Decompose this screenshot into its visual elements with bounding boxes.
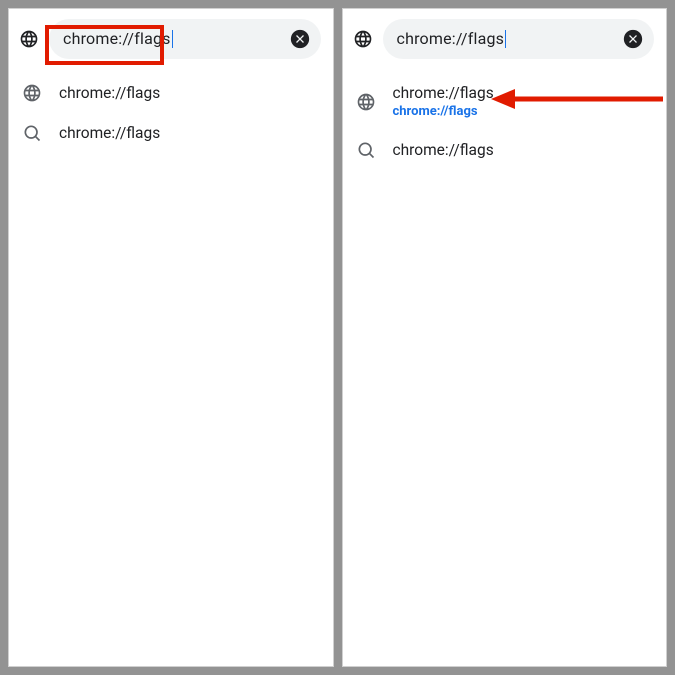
suggestion-secondary: chrome://flags [393, 104, 653, 120]
globe-icon [19, 29, 39, 49]
omnibox[interactable]: chrome://flags [49, 19, 321, 59]
omnibox[interactable]: chrome://flags [383, 19, 655, 59]
suggestion-list: chrome://flags chrome://flags [9, 69, 333, 157]
suggestion-primary: chrome://flags [59, 83, 319, 103]
omnibox-row: chrome://flags [343, 9, 667, 69]
suggestion-body: chrome://flags [393, 140, 653, 160]
search-icon [21, 123, 43, 143]
clear-icon[interactable] [289, 28, 311, 50]
search-icon [355, 140, 377, 160]
suggestion-primary: chrome://flags [393, 83, 653, 103]
omnibox-value[interactable]: chrome://flags [63, 28, 289, 50]
suggestion-item-search[interactable]: chrome://flags [9, 113, 333, 153]
suggestion-primary: chrome://flags [393, 140, 653, 160]
suggestion-item-history[interactable]: chrome://flags [9, 73, 333, 113]
suggestion-primary: chrome://flags [59, 123, 319, 143]
suggestion-item-search[interactable]: chrome://flags [343, 130, 667, 170]
omnibox-value[interactable]: chrome://flags [397, 28, 623, 50]
phone-right: chrome://flags chrome://flags chrome://f… [342, 8, 668, 667]
suggestion-item-history[interactable]: chrome://flags chrome://flags [343, 73, 667, 130]
suggestion-body: chrome://flags chrome://flags [393, 83, 653, 120]
globe-icon [353, 29, 373, 49]
suggestion-body: chrome://flags [59, 123, 319, 143]
clear-icon[interactable] [622, 28, 644, 50]
globe-icon [21, 83, 43, 103]
globe-icon [355, 92, 377, 112]
suggestion-body: chrome://flags [59, 83, 319, 103]
suggestion-list: chrome://flags chrome://flags chrome://f… [343, 69, 667, 174]
omnibox-row: chrome://flags [9, 9, 333, 69]
phone-left: chrome://flags chrome://flags chrome://f… [8, 8, 334, 667]
